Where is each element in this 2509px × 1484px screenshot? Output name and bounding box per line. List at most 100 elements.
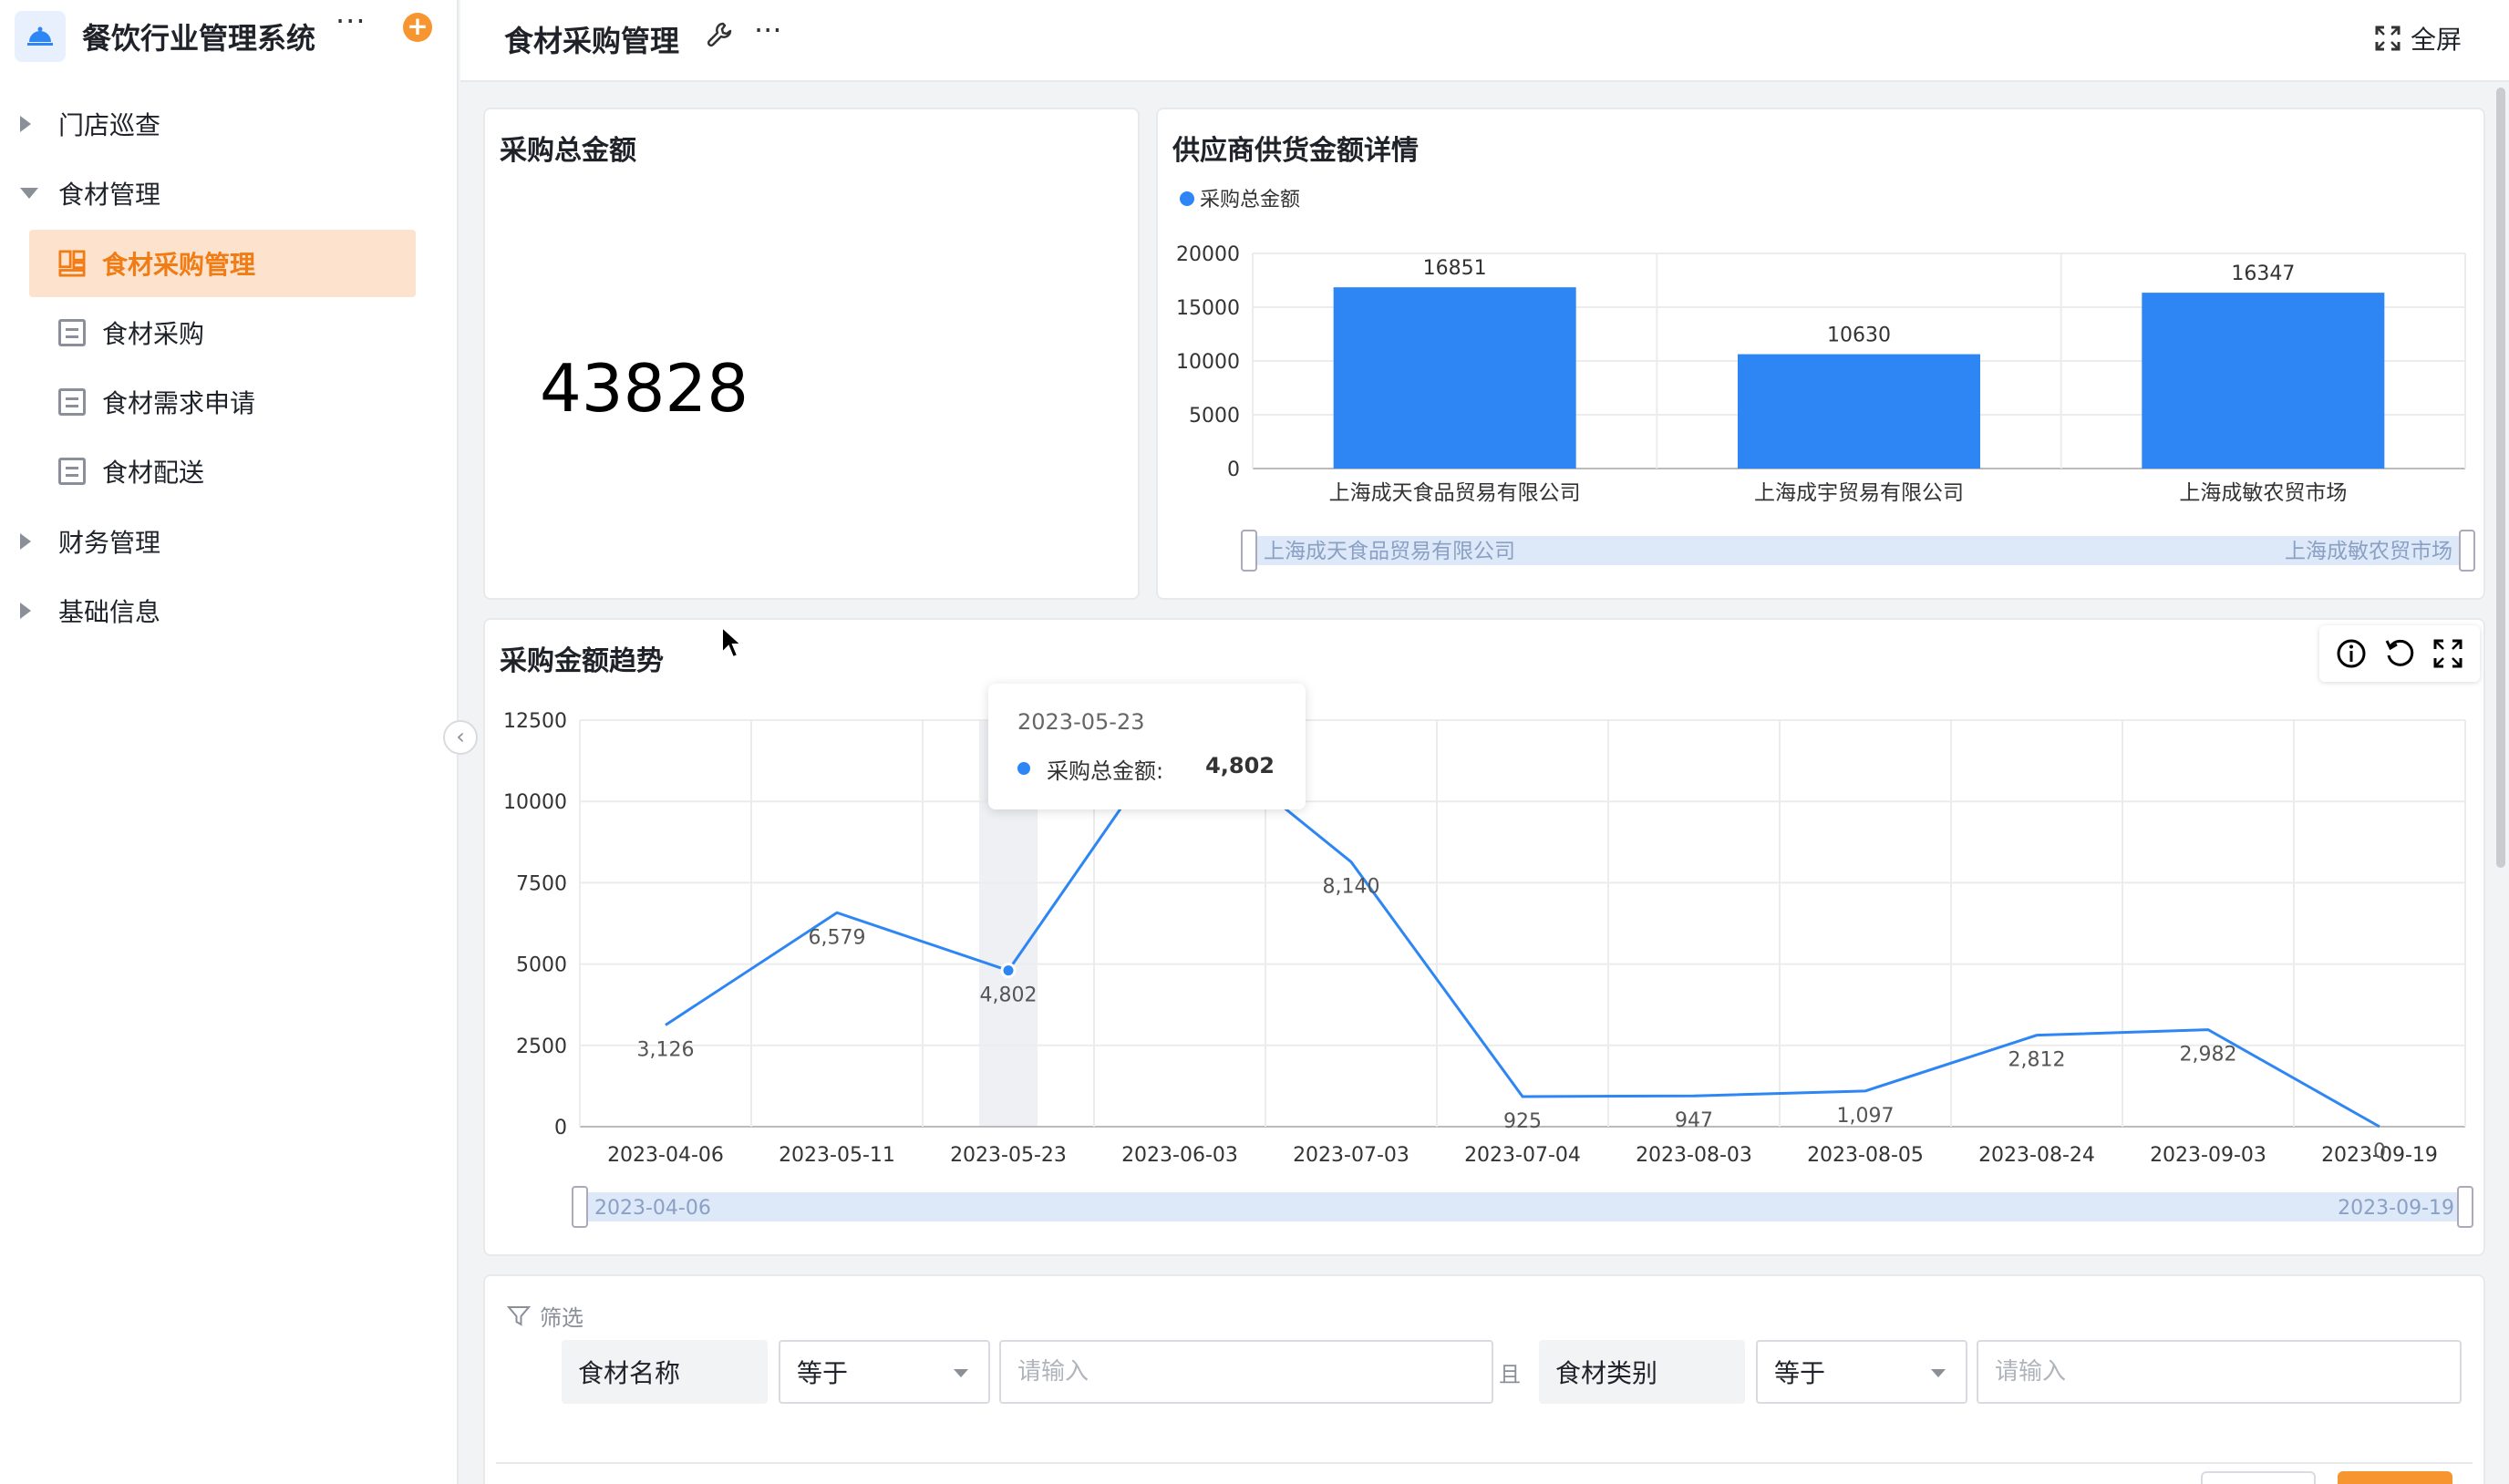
x-tick-label: 2023-05-23 <box>950 1144 1067 1167</box>
dashboard-icon <box>58 250 86 277</box>
filter-card: 筛选 食材名称 等于 且 食材类别 等于 <box>483 1274 2485 1484</box>
sidebar-item-store-inspection[interactable]: 门店巡查 <box>0 91 459 157</box>
trend-line-chart: 0 2500 5000 7500 10000 12500 2023-04-06 2023-05… <box>503 710 2473 1228</box>
data-label: 4,802 <box>980 984 1038 1007</box>
y-tick-label: 5000 <box>1189 405 1240 428</box>
data-label: 6,579 <box>809 926 866 949</box>
app-title: 餐饮行业管理系统 <box>82 21 316 56</box>
data-label: 947 <box>1675 1109 1713 1132</box>
y-tick-label: 7500 <box>516 872 567 895</box>
bar-value-label: 16851 <box>1423 257 1487 280</box>
form-icon <box>58 388 86 416</box>
bar <box>1738 354 1980 469</box>
filter-category-input[interactable] <box>1977 1340 2462 1404</box>
filter-operator-select[interactable]: 等于 <box>779 1340 990 1404</box>
brand: 餐饮行业管理系统 <box>15 9 443 64</box>
filter-operator-select[interactable]: 等于 <box>1756 1340 1967 1404</box>
mouse-cursor-icon <box>721 625 744 659</box>
y-tick-label: 2500 <box>516 1036 567 1058</box>
slider-start-label: 上海成天食品贸易有限公司 <box>1264 540 1515 563</box>
fullscreen-label: 全屏 <box>2410 25 2462 55</box>
filter-field-category: 食材类别 <box>1539 1340 1745 1404</box>
sidebar-item-label: 基础信息 <box>58 597 161 627</box>
sidebar: 餐饮行业管理系统 ··· + 门店巡查 食材管理 食材采购管理 食材采购 食材需… <box>0 0 459 1484</box>
sidebar-item-purchase-management[interactable]: 食材采购管理 <box>29 230 416 297</box>
divider <box>496 1462 2473 1464</box>
data-label: 1,097 <box>1837 1105 1895 1128</box>
add-icon[interactable]: + <box>403 13 432 42</box>
total-amount-card: 采购总金额 43828 <box>483 108 1140 600</box>
x-tick-label: 上海成天食品贸易有限公司 <box>1329 481 1581 505</box>
form-icon <box>58 319 86 346</box>
reset-button[interactable] <box>2201 1471 2316 1484</box>
bar <box>2142 293 2385 469</box>
filter-title: 筛选 <box>540 1305 583 1331</box>
x-tick-label: 2023-08-05 <box>1807 1144 1924 1167</box>
sidebar-item-ingredients[interactable]: 食材管理 <box>0 160 459 226</box>
x-tick-label: 上海成宇贸易有限公司 <box>1754 481 1964 505</box>
query-button[interactable] <box>2338 1471 2452 1484</box>
app-more-icon[interactable]: ··· <box>336 4 367 38</box>
expand-icon <box>2375 26 2401 51</box>
form-icon <box>58 458 86 485</box>
chart-tooltip: 2023-05-23 采购总金额: 4,802 <box>988 684 1306 809</box>
app-logo-icon <box>15 11 66 62</box>
sidebar-item-purchase[interactable]: 食材采购 <box>29 299 416 366</box>
data-label: 3,126 <box>637 1038 695 1061</box>
slider-end-label: 2023-09-19 <box>2338 1197 2454 1220</box>
tooltip-date: 2023-05-23 <box>1017 709 1145 735</box>
filter-icon <box>507 1305 531 1326</box>
range-slider-handle <box>1241 530 1257 572</box>
tooltip-series-dot <box>1017 762 1030 775</box>
fullscreen-button[interactable]: 全屏 <box>2374 20 2462 57</box>
x-tick-label: 上海成敏农贸市场 <box>2179 481 2347 505</box>
y-tick-label: 10000 <box>1176 351 1240 374</box>
data-label: 925 <box>1503 1110 1542 1133</box>
filter-name-input[interactable] <box>999 1340 1493 1404</box>
sidebar-item-label: 食材需求申请 <box>102 388 256 418</box>
page-more-icon[interactable]: ··· <box>754 13 782 47</box>
slider-start-label: 2023-04-06 <box>594 1197 711 1220</box>
caret-right-icon <box>20 533 31 550</box>
filter-field-name: 食材名称 <box>562 1340 768 1404</box>
tooltip-value: 4,802 <box>1205 753 1275 778</box>
sidebar-item-finance[interactable]: 财务管理 <box>0 509 459 574</box>
legend-marker <box>1180 191 1194 206</box>
sidebar-item-demand-request[interactable]: 食材需求申请 <box>29 368 416 436</box>
range-slider-track <box>580 1192 2465 1221</box>
supplier-bar-chart: 采购总金额 0 5000 10000 15000 20000 16851 上海成天食品贸易有限… <box>1176 189 2475 572</box>
topbar: 食材采购管理 ··· 全屏 <box>460 0 2509 82</box>
data-label: 2,982 <box>2180 1044 2237 1067</box>
data-label: 8,140 <box>1323 876 1380 899</box>
y-tick-label: 0 <box>554 1117 567 1139</box>
page-scrollbar[interactable] <box>2496 88 2505 868</box>
bar <box>1333 287 1576 469</box>
sidebar-item-label: 门店巡查 <box>58 110 161 140</box>
x-tick-label: 2023-07-03 <box>1293 1144 1409 1167</box>
wrench-icon[interactable] <box>705 20 734 49</box>
y-tick-label: 5000 <box>516 954 567 977</box>
x-tick-label: 2023-08-24 <box>1978 1144 2095 1167</box>
y-tick-label: 20000 <box>1176 243 1240 266</box>
range-slider-handle <box>572 1186 588 1228</box>
y-tick-label: 10000 <box>503 791 567 814</box>
y-tick-label: 12500 <box>503 710 567 733</box>
range-slider-handle <box>2459 530 2475 572</box>
caret-down-icon <box>20 188 38 199</box>
sidebar-item-delivery[interactable]: 食材配送 <box>29 438 416 505</box>
sidebar-item-label: 食材管理 <box>58 180 161 210</box>
total-amount-value: 43828 <box>540 350 749 427</box>
data-point-highlight <box>1000 963 1017 979</box>
tooltip-label: 采购总金额: <box>1047 758 1164 784</box>
x-tick-label: 2023-06-03 <box>1121 1144 1238 1167</box>
x-tick-label: 2023-09-03 <box>2150 1144 2266 1167</box>
sidebar-item-label: 财务管理 <box>58 528 161 558</box>
card-title: 采购总金额 <box>500 135 636 167</box>
filter-conjunction: 且 <box>1499 1362 1521 1387</box>
sidebar-collapse-button[interactable]: ‹ <box>443 720 478 755</box>
sidebar-item-basic-info[interactable]: 基础信息 <box>0 578 459 644</box>
data-label: 2,812 <box>2008 1049 2066 1072</box>
page-title: 食材采购管理 <box>504 24 680 58</box>
supplier-chart-card: 供应商供货金额详情 采购总金额 0 5000 10000 15000 20000 16851… <box>1156 108 2485 600</box>
caret-right-icon <box>20 116 31 132</box>
